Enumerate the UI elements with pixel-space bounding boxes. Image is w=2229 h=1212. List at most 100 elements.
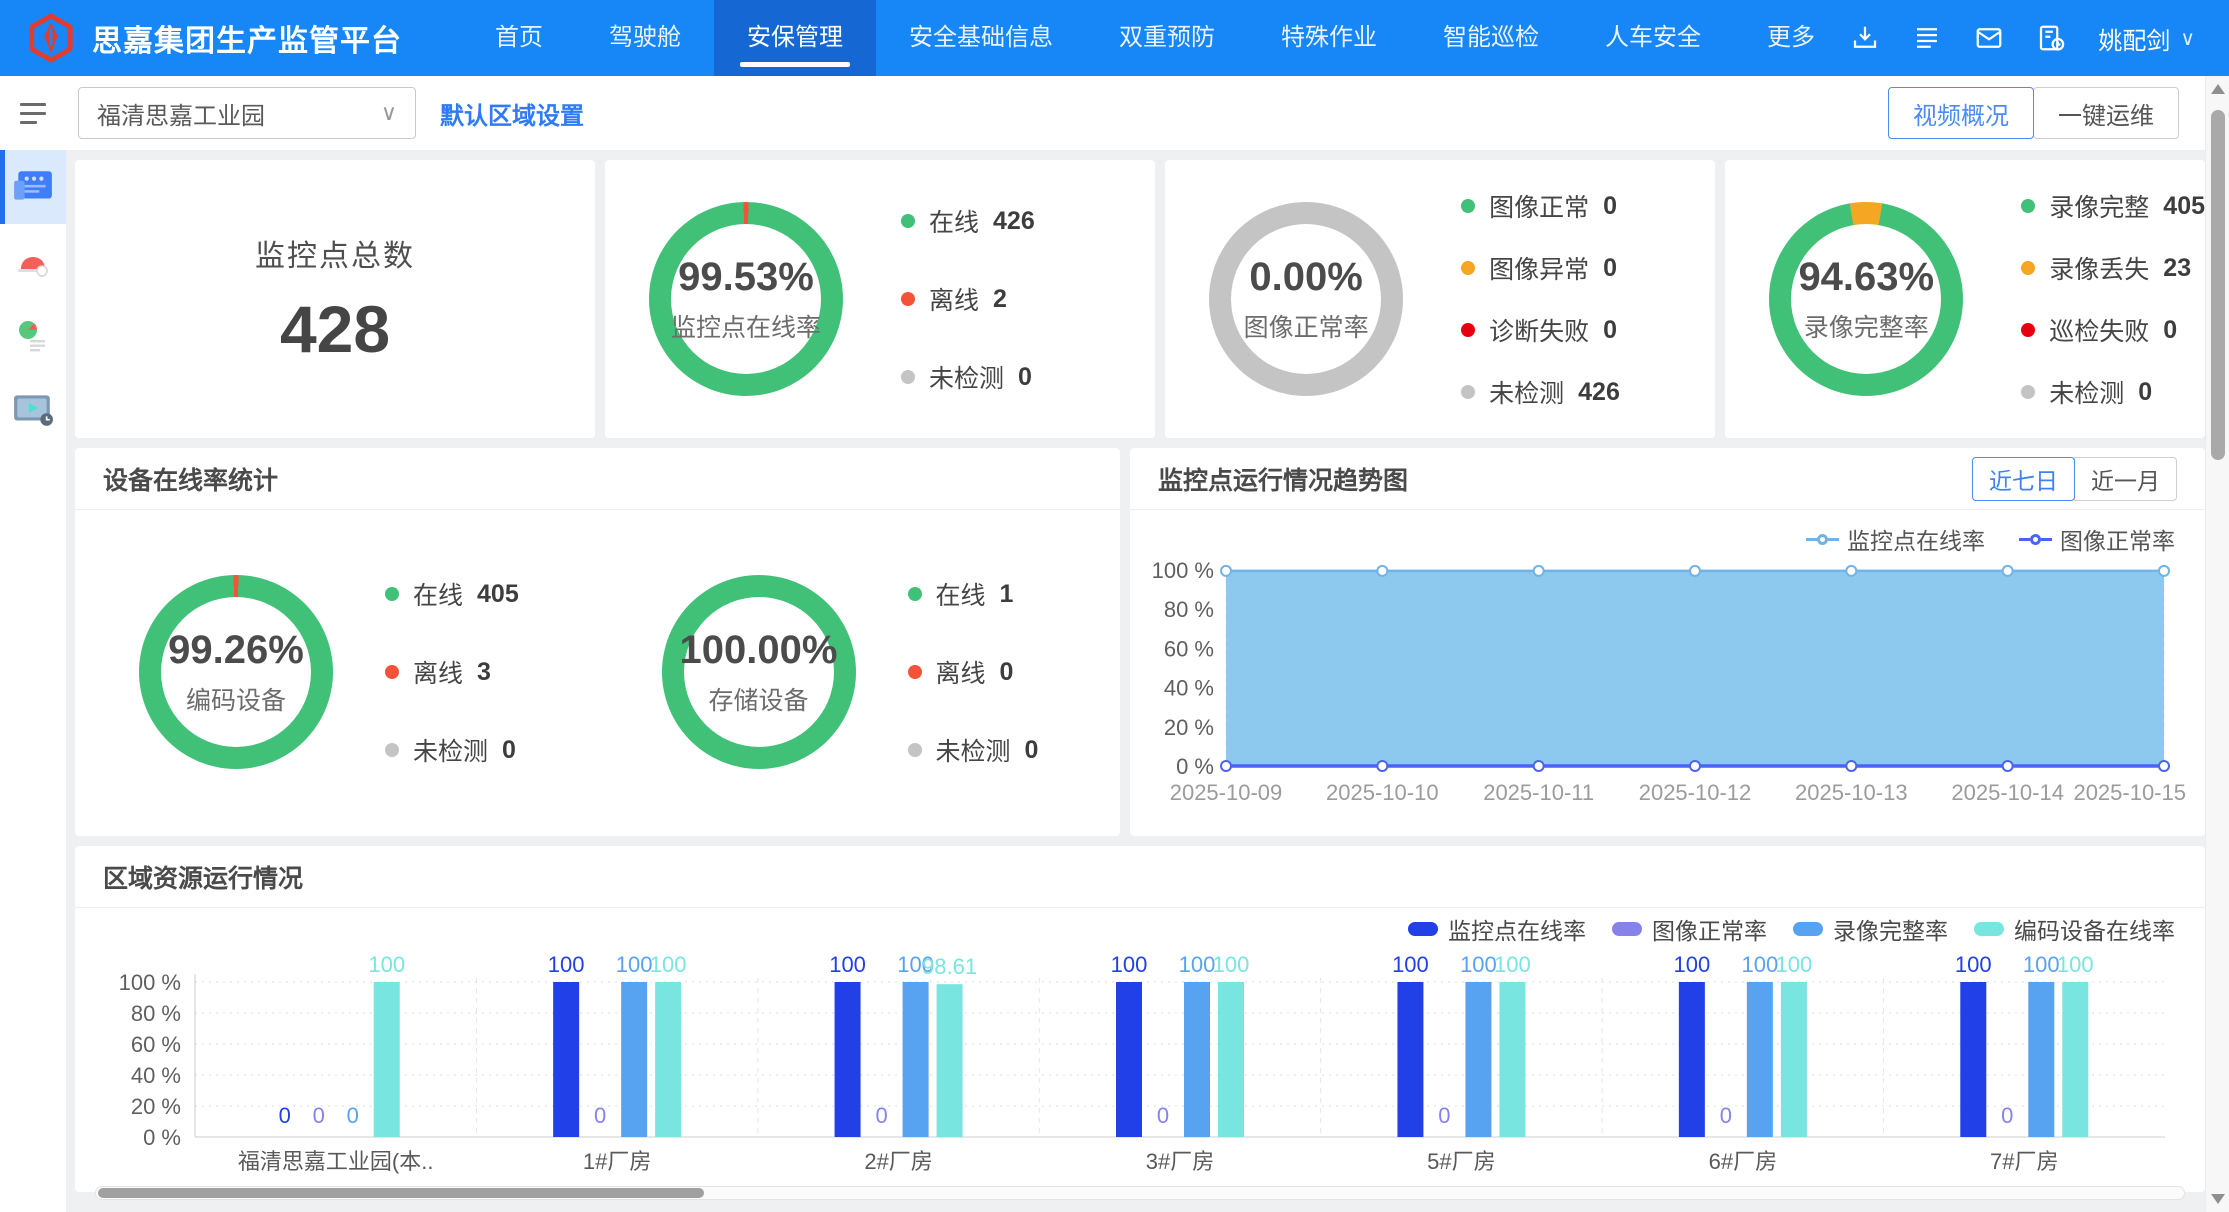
legend-value: 426: [993, 207, 1035, 236]
legend-item: 录像丢失 23: [2021, 250, 2205, 286]
svg-text:0 %: 0 %: [1176, 754, 1214, 779]
legend-name: 在线: [936, 576, 986, 612]
bar-legend-label: 编码设备在线率: [2014, 912, 2175, 946]
nav-item-security[interactable]: 安保管理: [714, 0, 876, 76]
scroll-up-arrow[interactable]: [2211, 84, 2225, 94]
monitor-online-rate-donut: 99.53% 监控点在线率: [649, 202, 843, 396]
nav-item-people-vehicle[interactable]: 人车安全: [1572, 0, 1734, 76]
user-name: 姚配剑: [2098, 21, 2170, 56]
panel-title: 设备在线率统计: [103, 461, 278, 497]
donut-percent: 0.00%: [1249, 255, 1362, 300]
panel-title: 区域资源运行情况: [103, 859, 303, 895]
video-monitor-icon: [12, 391, 54, 427]
legend-item: 未检测 426: [1461, 374, 1620, 410]
recording-integrity-donut: 94.63% 录像完整率: [1769, 202, 1963, 396]
panel-title: 监控点运行情况趋势图: [1158, 461, 1408, 497]
legend-dot: [908, 743, 922, 757]
monitor-trend-panel: 监控点运行情况趋势图 近七日 近一月 监控点在线率 图像正常率: [1130, 448, 2205, 836]
monitor-online-rate-card: 99.53% 监控点在线率 在线 426 离线 2: [605, 160, 1155, 438]
svg-text:40 %: 40 %: [1164, 676, 1214, 701]
donut-legend: 在线 1 离线 0 未检测 0: [908, 576, 1039, 768]
legend-dot: [385, 587, 399, 601]
legend-item: 巡检失败 0: [2021, 312, 2205, 348]
legend-name: 离线: [929, 281, 979, 317]
bar-legend-item: 监控点在线率: [1408, 912, 1586, 946]
user-menu[interactable]: 姚配剑 ∨: [2098, 21, 2195, 56]
default-region-settings-link[interactable]: 默认区域设置: [440, 96, 584, 131]
menu-lines-icon[interactable]: [1912, 23, 1942, 53]
toolbar: 福清思嘉工业园 ∨ 默认区域设置 视频概况 一键运维: [0, 76, 2205, 150]
horizontal-scroll-thumb[interactable]: [98, 1188, 704, 1198]
legend-dot: [1461, 261, 1475, 275]
nav-item-special-ops[interactable]: 特殊作业: [1248, 0, 1410, 76]
legend-value: 0: [1018, 363, 1032, 392]
legend-item: 在线 1: [908, 576, 1039, 612]
legend-item: 未检测 0: [385, 732, 519, 768]
sidebar-item-video-wall[interactable]: [0, 150, 66, 224]
storage-device-group: 100.00% 存储设备 在线 1: [598, 575, 1121, 769]
video-wall-icon: [12, 169, 54, 205]
svg-text:100: 100: [1392, 952, 1429, 977]
nav-item-more[interactable]: 更多: [1734, 0, 1848, 76]
legend-dot: [1461, 199, 1475, 213]
svg-text:1#厂房: 1#厂房: [583, 1149, 651, 1174]
toolbar-buttons: 视频概况 一键运维: [1888, 87, 2179, 139]
sidebar-item-video-playback[interactable]: [0, 372, 66, 446]
collapse-menu-icon[interactable]: [0, 103, 66, 124]
total-card-value: 428: [280, 291, 390, 367]
svg-text:7#厂房: 7#厂房: [1990, 1149, 2058, 1174]
legend-dot: [385, 665, 399, 679]
svg-text:80 %: 80 %: [131, 1001, 181, 1026]
svg-text:100 %: 100 %: [119, 970, 181, 995]
recording-integrity-card: 94.63% 录像完整率 录像完整 405 录像丢失 23: [1725, 160, 2205, 438]
left-sidebar: [0, 150, 66, 1212]
image-normal-rate-card: 0.00% 图像正常率 图像正常 0 图像异常 0: [1165, 160, 1715, 438]
svg-text:100: 100: [2057, 952, 2094, 977]
range-last-month-button[interactable]: 近一月: [2074, 457, 2177, 501]
bar-legend-item: 录像完整率: [1793, 912, 1948, 946]
video-overview-button[interactable]: 视频概况: [1888, 87, 2034, 139]
nav-item-safety-info[interactable]: 安全基础信息: [876, 0, 1086, 76]
scroll-down-arrow[interactable]: [2211, 1194, 2225, 1204]
range-last-7-days-button[interactable]: 近七日: [1972, 457, 2075, 501]
nav-item-home[interactable]: 首页: [462, 0, 576, 76]
svg-text:100: 100: [1741, 952, 1778, 977]
mail-icon[interactable]: [1974, 23, 2004, 53]
region-select[interactable]: 福清思嘉工业园 ∨: [78, 87, 416, 139]
sidebar-item-alarm[interactable]: [0, 224, 66, 298]
svg-text:福清思嘉工业园(本..: 福清思嘉工业园(本..: [238, 1149, 434, 1174]
nav-item-cockpit[interactable]: 驾驶舱: [576, 0, 714, 76]
schedule-icon[interactable]: [2036, 23, 2066, 53]
sidebar-item-report[interactable]: [0, 298, 66, 372]
bar-legend-label: 图像正常率: [1652, 912, 1767, 946]
legend-value: 405: [2163, 192, 2205, 221]
nav-item-dual-prevention[interactable]: 双重预防: [1086, 0, 1248, 76]
legend-item: 诊断失败 0: [1461, 312, 1620, 348]
legend-value: 0: [502, 736, 516, 765]
trend-legend: 监控点在线率 图像正常率: [1130, 510, 2205, 554]
region-bar-chart: 0 %20 %40 %60 %80 %100 %000100福清思嘉工业园(本.…: [90, 942, 2180, 1177]
nav-item-smart-patrol[interactable]: 智能巡检: [1410, 0, 1572, 76]
donut-label: 监控点在线率: [671, 308, 821, 344]
legend-value: 2: [993, 285, 1007, 314]
svg-text:60 %: 60 %: [1164, 636, 1214, 661]
svg-text:100: 100: [1673, 952, 1710, 977]
total-card-title: 监控点总数: [255, 231, 415, 275]
range-toggle: 近七日 近一月: [1972, 457, 2177, 501]
svg-text:100: 100: [2023, 952, 2060, 977]
legend-dot: [901, 292, 915, 306]
device-online-rate-panel: 设备在线率统计 99.26% 编码设备 在线: [75, 448, 1120, 836]
one-key-ops-button[interactable]: 一键运维: [2033, 87, 2179, 139]
legend-value: 23: [2163, 254, 2191, 283]
svg-text:100: 100: [548, 952, 585, 977]
svg-text:100: 100: [829, 952, 866, 977]
svg-text:100: 100: [1460, 952, 1497, 977]
legend-value: 0: [1603, 192, 1617, 221]
donut-label: 编码设备: [186, 681, 286, 717]
legend-swatch: [1612, 922, 1642, 936]
download-icon[interactable]: [1850, 23, 1880, 53]
vertical-scroll-thumb[interactable]: [2211, 110, 2225, 460]
vertical-scrollbar: [2205, 76, 2229, 1212]
legend-value: 0: [2163, 316, 2177, 345]
legend-item: 离线 3: [385, 654, 519, 690]
